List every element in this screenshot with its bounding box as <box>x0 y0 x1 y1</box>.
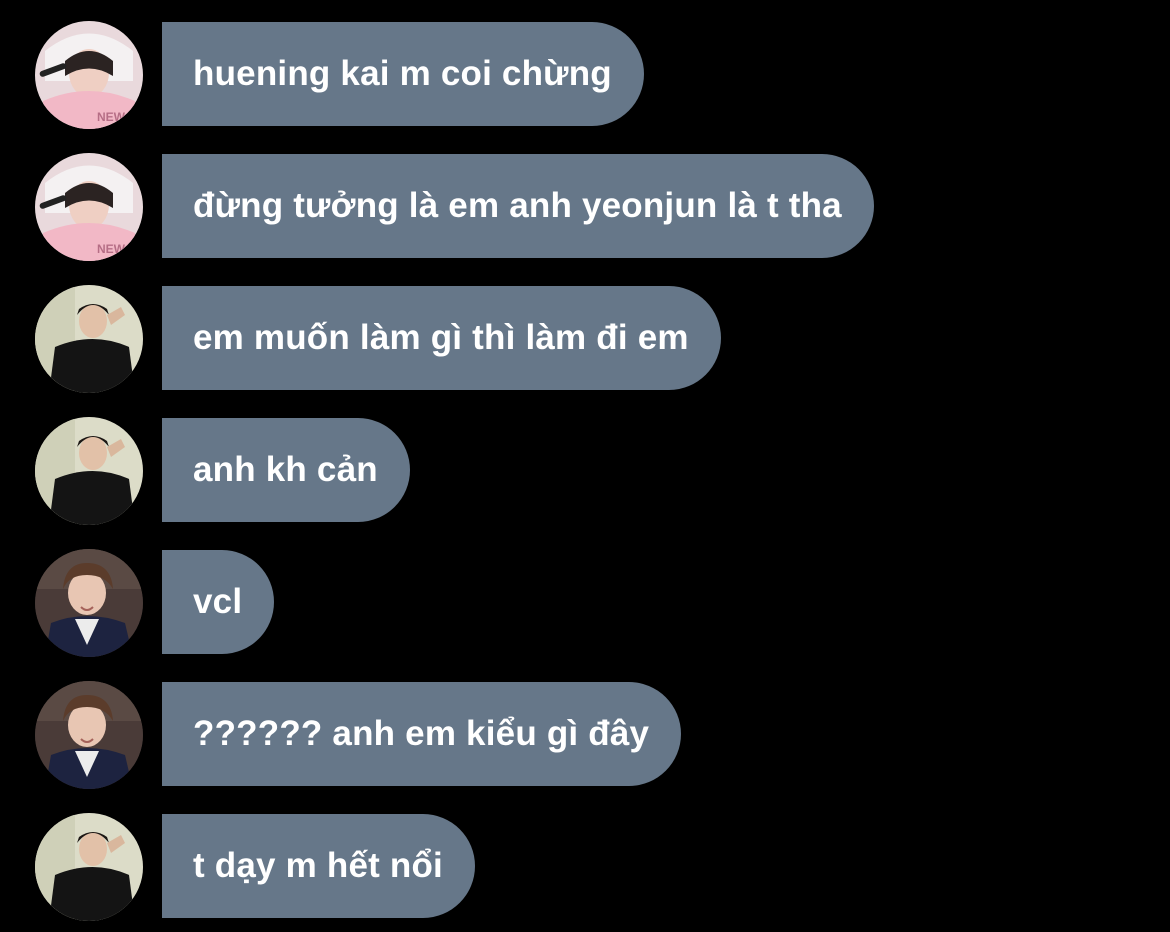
message-row: em muốn làm gì thì làm đi em <box>0 285 1170 393</box>
message-bubble[interactable]: đừng tưởng là em anh yeonjun là t tha <box>162 154 874 258</box>
avatar[interactable] <box>35 417 143 525</box>
avatar-pink-hoodie-icon: NEWA <box>35 153 143 261</box>
avatar[interactable] <box>35 549 143 657</box>
message-row: ?????? anh em kiểu gì đây <box>0 681 1170 789</box>
svg-text:NEWA: NEWA <box>97 110 133 124</box>
message-bubble[interactable]: em muốn làm gì thì làm đi em <box>162 286 721 390</box>
message-bubble[interactable]: ?????? anh em kiểu gì đây <box>162 682 682 786</box>
avatar-pink-hoodie-icon: NEWA <box>35 21 143 129</box>
chat-thread: NEWA huening kai m coi chừng NEWA đừng t… <box>0 0 1170 932</box>
message-bubble[interactable]: anh kh cản <box>162 418 410 522</box>
message-bubble[interactable]: vcl <box>162 550 275 654</box>
avatar[interactable]: NEWA <box>35 21 143 129</box>
avatar[interactable] <box>35 813 143 921</box>
avatar[interactable] <box>35 681 143 789</box>
avatar-hanbok-icon <box>35 681 143 789</box>
avatar-hanbok-icon <box>35 549 143 657</box>
message-bubble[interactable]: t dạy m hết nổi <box>162 814 475 918</box>
message-row: NEWA huening kai m coi chừng <box>0 21 1170 129</box>
message-row: NEWA đừng tưởng là em anh yeonjun là t t… <box>0 153 1170 261</box>
avatar-black-outfit-icon <box>35 285 143 393</box>
avatar-black-outfit-icon <box>35 813 143 921</box>
avatar-black-outfit-icon <box>35 417 143 525</box>
message-row: t dạy m hết nổi <box>0 813 1170 921</box>
message-row: vcl <box>0 549 1170 657</box>
svg-text:NEWA: NEWA <box>97 242 133 256</box>
message-row: anh kh cản <box>0 417 1170 525</box>
avatar[interactable]: NEWA <box>35 153 143 261</box>
avatar[interactable] <box>35 285 143 393</box>
message-bubble[interactable]: huening kai m coi chừng <box>162 22 644 126</box>
